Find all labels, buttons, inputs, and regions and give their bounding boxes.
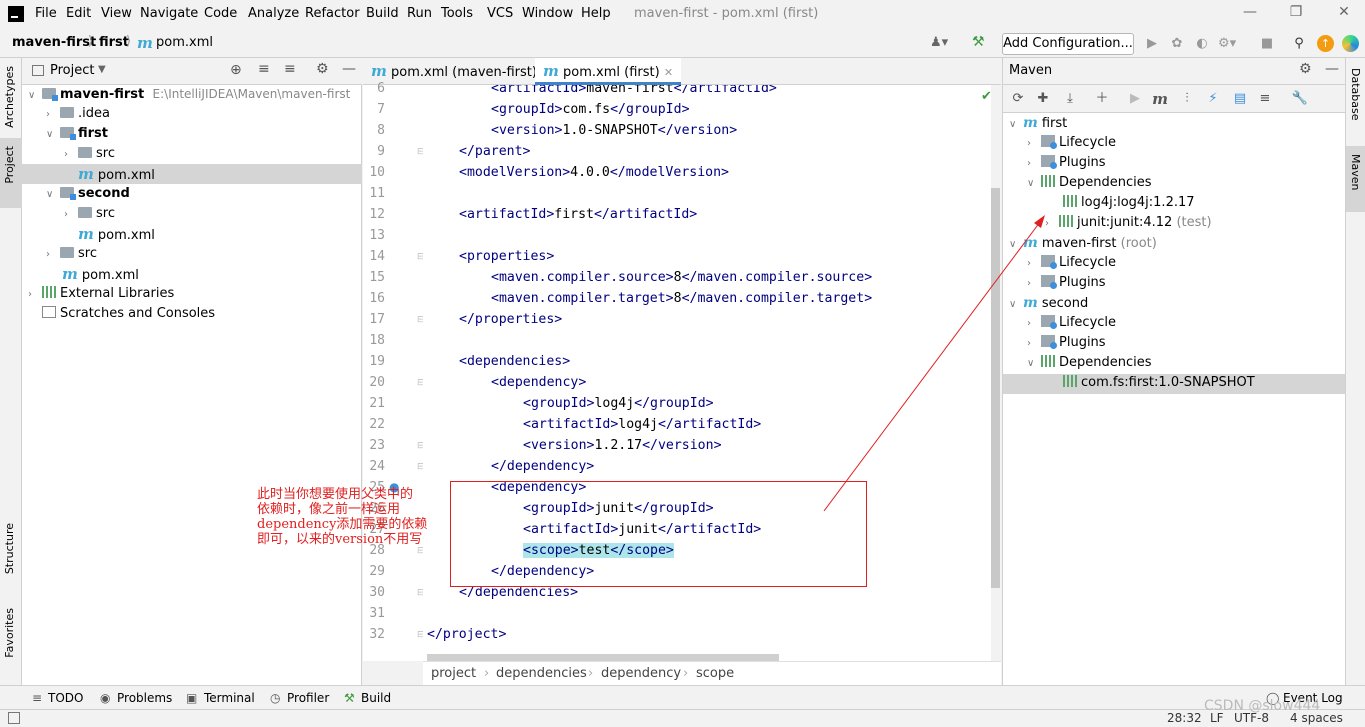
build-button[interactable]: Build (361, 691, 391, 705)
profiler-icon[interactable]: ◷ (270, 691, 280, 705)
status-bar: 28:32 LF UTF-8 4 spaces (0, 709, 1365, 727)
tool-window-bar: ≡ TODO ◉ Problems ▣ Terminal ◷ Profiler … (0, 685, 1365, 709)
annotation-arrow (823, 215, 1045, 512)
terminal-button[interactable]: Terminal (204, 691, 255, 705)
todo-button[interactable]: TODO (48, 691, 83, 705)
watermark: CSDN @slow444 (1204, 698, 1321, 714)
caret-position[interactable]: 28:32 (1167, 711, 1202, 725)
problems-icon[interactable]: ◉ (100, 691, 110, 705)
todo-icon[interactable]: ≡ (32, 691, 42, 705)
profiler-button[interactable]: Profiler (287, 691, 329, 705)
build-icon[interactable]: ⚒ (344, 691, 355, 705)
layout-icon[interactable] (8, 712, 20, 724)
terminal-icon[interactable]: ▣ (186, 691, 197, 705)
problems-button[interactable]: Problems (117, 691, 172, 705)
